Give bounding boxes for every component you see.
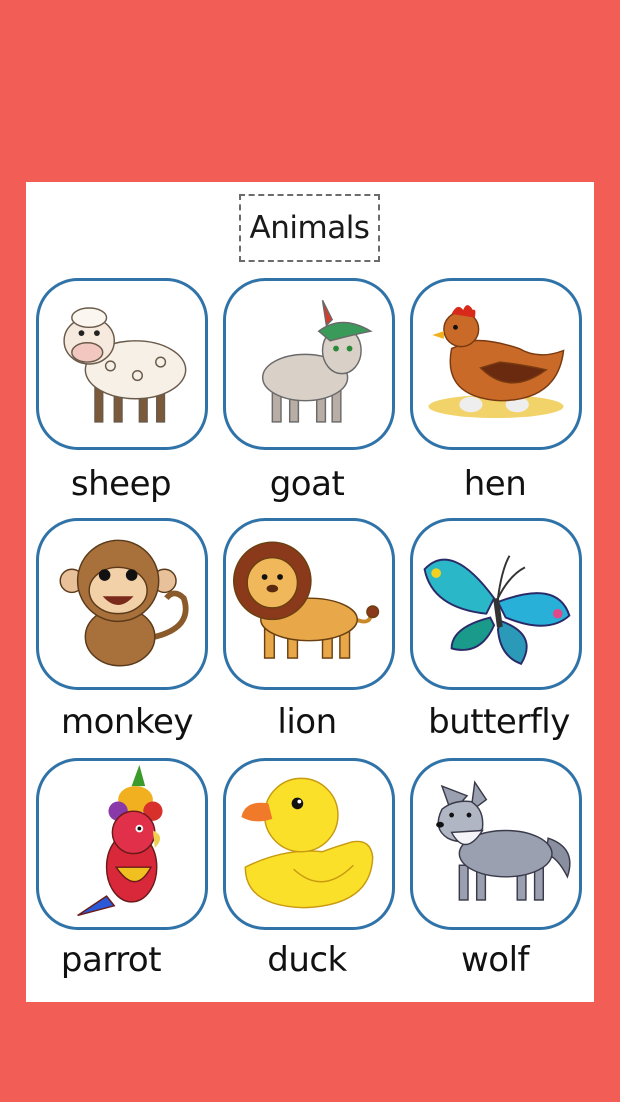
lion-icon bbox=[232, 541, 380, 659]
goat-icon bbox=[261, 299, 373, 423]
card-duck bbox=[223, 758, 395, 930]
sheep-icon bbox=[63, 307, 187, 423]
card-lion bbox=[223, 518, 395, 690]
page-title: Animals bbox=[239, 194, 380, 262]
card-hen bbox=[410, 278, 582, 450]
wolf-icon bbox=[436, 780, 571, 901]
label-monkey: monkey bbox=[61, 702, 194, 742]
hen-icon bbox=[428, 305, 565, 419]
label-lion: lion bbox=[277, 702, 337, 742]
label-wolf: wolf bbox=[460, 940, 530, 980]
duck-icon bbox=[241, 777, 374, 909]
label-butterfly: butterfly bbox=[428, 702, 570, 742]
card-parrot bbox=[36, 758, 208, 930]
butterfly-icon bbox=[423, 555, 571, 666]
label-hen: hen bbox=[463, 464, 527, 504]
label-parrot: parrot bbox=[60, 940, 162, 980]
card-goat bbox=[223, 278, 395, 450]
parrot-icon bbox=[77, 764, 163, 917]
card-wolf bbox=[410, 758, 582, 930]
worksheet: Animals sheep goat hen monkey lion butte… bbox=[26, 182, 594, 1002]
card-sheep bbox=[36, 278, 208, 450]
card-butterfly bbox=[410, 518, 582, 690]
label-duck: duck bbox=[267, 940, 347, 980]
monkey-icon bbox=[59, 539, 189, 667]
label-goat: goat bbox=[269, 464, 345, 504]
label-sheep: sheep bbox=[70, 464, 172, 504]
card-monkey bbox=[36, 518, 208, 690]
